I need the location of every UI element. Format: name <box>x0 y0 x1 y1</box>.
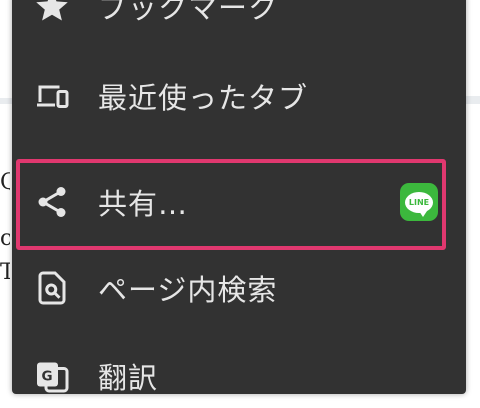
translate-icon: G <box>34 358 70 394</box>
background-page-right <box>466 0 480 379</box>
find-in-page-icon <box>34 270 70 306</box>
background-band <box>466 96 480 104</box>
highlight-frame <box>16 159 446 250</box>
menu-item-bookmarks[interactable]: ブックマーク <box>12 0 466 38</box>
devices-icon <box>34 78 70 114</box>
menu-item-label: ブックマーク <box>98 0 279 25</box>
menu-item-recent-tabs[interactable]: 最近使ったタブ <box>12 64 466 128</box>
menu-item-label: 最近使ったタブ <box>98 81 309 115</box>
menu-item-label: ページ内検索 <box>98 273 278 307</box>
background-text-fragment: c <box>0 228 10 250</box>
svg-text:G: G <box>42 369 53 385</box>
menu-item-find-in-page[interactable]: ページ内検索 <box>12 256 466 320</box>
star-icon <box>34 0 70 24</box>
menu-item-translate[interactable]: G 翻訳 <box>12 344 466 408</box>
background-text-fragment: T <box>0 262 10 284</box>
background-text-fragment: Q <box>0 172 10 194</box>
menu-item-label: 翻訳 <box>98 361 159 395</box>
